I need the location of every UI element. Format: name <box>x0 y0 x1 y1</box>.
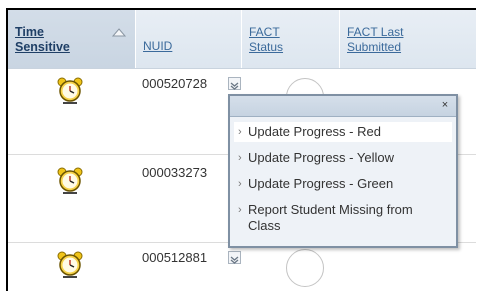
alarm-clock-icon <box>55 76 85 111</box>
column-nuid-label[interactable]: NUID <box>143 39 172 54</box>
student-table: Time Sensitive NUID FACT Status FACT Las… <box>6 8 476 291</box>
nuid-value: 000520728 <box>142 76 208 91</box>
chevron-right-icon: › <box>238 204 242 216</box>
menu-item-update-progress-yellow[interactable]: › Update Progress - Yellow <box>234 148 452 168</box>
chevron-down-icon[interactable] <box>228 251 241 264</box>
popup-title-bar: × <box>230 96 456 117</box>
chevron-right-icon: › <box>238 152 242 164</box>
column-time-sensitive-label[interactable]: Time Sensitive <box>15 25 85 55</box>
column-fact-status-label[interactable]: FACT Status <box>249 25 289 55</box>
column-nuid[interactable]: NUID <box>136 10 242 68</box>
menu-item-update-progress-red[interactable]: › Update Progress - Red <box>234 122 452 142</box>
column-fact-last-submitted-label[interactable]: FACT Last Submitted <box>347 25 422 55</box>
nuid-value: 000033273 <box>142 165 208 180</box>
menu-item-update-progress-green[interactable]: › Update Progress - Green <box>234 174 452 194</box>
table-header: Time Sensitive NUID FACT Status FACT Las… <box>8 10 476 69</box>
column-fact-status[interactable]: FACT Status <box>242 10 340 68</box>
menu-item-report-student-missing[interactable]: › Report Student Missing from Class <box>234 200 452 236</box>
column-time-sensitive[interactable]: Time Sensitive <box>8 10 136 68</box>
alarm-clock-icon <box>55 166 85 201</box>
chevron-right-icon: › <box>238 126 242 138</box>
nuid-value: 000512881 <box>142 250 208 265</box>
action-menu-popup: × › Update Progress - Red › Update Progr… <box>228 94 458 248</box>
sort-ascending-icon[interactable] <box>112 28 126 37</box>
chevron-right-icon: › <box>238 178 242 190</box>
alarm-clock-icon <box>55 250 85 285</box>
column-fact-last-submitted[interactable]: FACT Last Submitted <box>340 10 476 68</box>
close-icon[interactable]: × <box>439 99 451 111</box>
fact-status-indicator <box>286 249 324 287</box>
chevron-down-icon[interactable] <box>228 77 241 90</box>
